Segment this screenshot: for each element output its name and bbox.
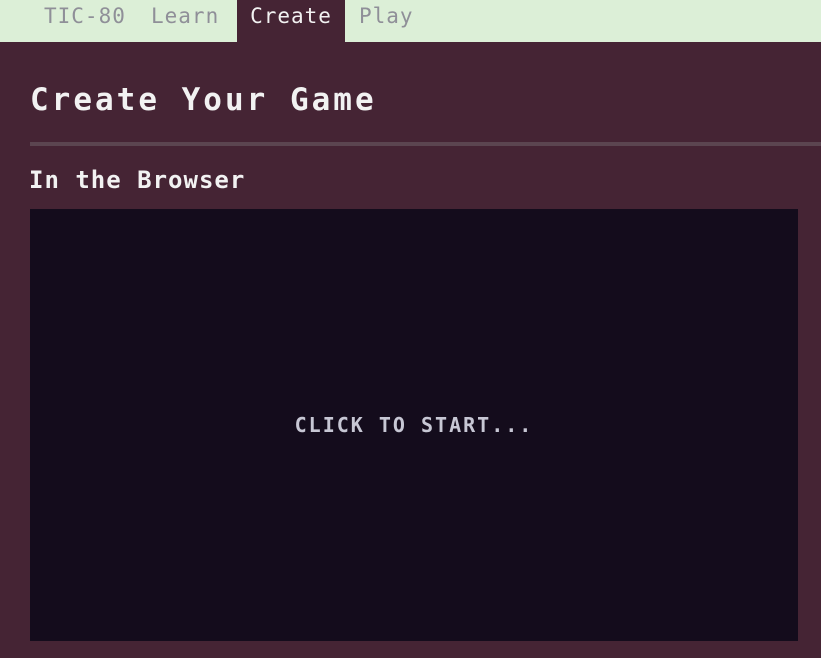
nav-link-learn[interactable]: Learn bbox=[151, 0, 225, 42]
nav-link-play[interactable]: Play bbox=[359, 0, 413, 42]
click-to-start-prompt[interactable]: CLICK TO START... bbox=[30, 413, 798, 437]
section-heading-in-the-browser: In the Browser bbox=[29, 166, 246, 194]
nav-link-create-active[interactable]: Create bbox=[237, 0, 345, 42]
nav-link-tic-80[interactable]: TIC-80 bbox=[44, 0, 128, 42]
top-navigation: TIC-80 Learn Create Play bbox=[0, 0, 821, 42]
section-divider bbox=[30, 142, 821, 146]
page-title: Create Your Game bbox=[30, 82, 377, 118]
browser-game-player[interactable]: CLICK TO START... bbox=[30, 209, 798, 641]
